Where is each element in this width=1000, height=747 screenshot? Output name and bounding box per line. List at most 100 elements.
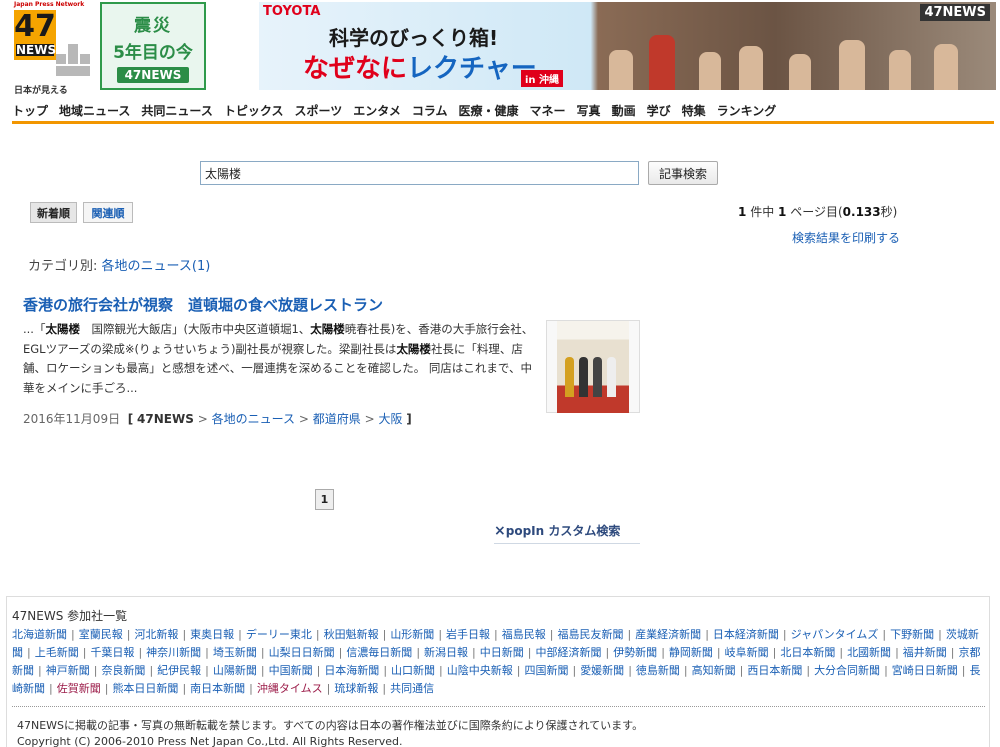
47news-logo[interactable]: Japan Press Network 47 NEWS 日本が見える [12,0,94,96]
search-button[interactable]: 記事検索 [648,161,718,185]
partner-link[interactable]: 山口新聞 [391,664,435,677]
partner-link[interactable]: 大分合同新聞 [814,664,880,677]
partner-link[interactable]: 新潟日報 [424,646,468,659]
nav-topics[interactable]: トピックス [224,103,284,121]
breadcrumb-prefecture[interactable]: 都道府県 [313,412,361,426]
category-link[interactable]: 各地のニュース(1) [102,259,211,274]
partner-separator: | [605,646,610,659]
partner-link[interactable]: 秋田魁新報 [324,628,379,641]
result-count: 1 件中 1 ページ目(0.133秒) [738,205,898,219]
partner-link[interactable]: 四国新聞 [524,664,568,677]
popin-custom-search[interactable]: ×popIn カスタム検索 [494,522,640,544]
partner-link[interactable]: 沖縄タイムス [257,682,323,695]
partner-link[interactable]: 静岡新聞 [669,646,713,659]
pagination-page-1[interactable]: 1 [315,489,334,510]
partner-link[interactable]: 神奈川新聞 [146,646,201,659]
partner-separator: | [326,682,331,695]
partner-link[interactable]: 北日本新聞 [780,646,835,659]
partner-link[interactable]: 千葉日報 [90,646,134,659]
partner-link[interactable]: 山形新聞 [390,628,434,641]
print-results-link[interactable]: 検索結果を印刷する [792,229,900,246]
article-title-link[interactable]: 香港の旅行会社が視察 道頓堀の食べ放題レストラン [23,294,383,315]
partner-link[interactable]: 神戸新聞 [46,664,90,677]
partner-link[interactable]: 西日本新聞 [747,664,802,677]
partner-separator: | [716,646,721,659]
sort-newest-button[interactable]: 新着順 [30,202,77,223]
partner-link[interactable]: ジャパンタイムズ [791,628,879,641]
nav-top[interactable]: トップ [12,103,48,121]
partner-separator: | [472,646,476,659]
partner-separator: | [549,628,554,641]
partner-link[interactable]: 岩手日報 [446,628,490,641]
partner-link[interactable]: 愛媛新聞 [580,664,624,677]
partner-link[interactable]: 熊本日日新聞 [112,682,178,695]
partner-link[interactable]: 中国新聞 [269,664,313,677]
nav-feature[interactable]: 特集 [682,103,706,121]
partner-link[interactable]: 日本経済新聞 [713,628,779,641]
nav-regional[interactable]: 地域ニュース [59,103,130,121]
partner-link[interactable]: 中部経済新聞 [535,646,601,659]
partner-link[interactable]: 伊勢新聞 [613,646,657,659]
partner-link[interactable]: 琉球新報 [334,682,378,695]
partner-link[interactable]: 室蘭民報 [79,628,123,641]
breadcrumb-regional[interactable]: 各地のニュース [212,412,295,426]
partner-link[interactable]: 埼玉新聞 [213,646,257,659]
partner-link[interactable]: 宮崎日日新聞 [892,664,958,677]
breadcrumb-osaka[interactable]: 大阪 [378,412,402,426]
search-input[interactable] [200,161,639,185]
partner-link[interactable]: 高知新聞 [692,664,736,677]
sort-related-button[interactable]: 関連順 [83,202,133,223]
nav-column[interactable]: コラム [412,103,448,121]
partner-link[interactable]: 岐阜新聞 [725,646,769,659]
partner-link[interactable]: 中日新聞 [480,646,524,659]
partner-link[interactable]: 南日本新聞 [190,682,245,695]
partner-link[interactable]: 日本海新聞 [324,664,379,677]
partner-link[interactable]: 山梨日日新聞 [269,646,335,659]
partner-link[interactable]: デーリー東北 [246,628,312,641]
toyota-ad-banner[interactable]: TOYOTA 科学のびっくり箱! なぜなにレクチャー in 沖縄 47NEWS [259,2,996,90]
nav-kyodo[interactable]: 共同ニュース [141,103,212,121]
partner-link[interactable]: 共同通信 [390,682,434,695]
nav-entertainment[interactable]: エンタメ [353,103,401,121]
partner-separator: | [82,646,87,659]
nav-health[interactable]: 医療・健康 [459,103,519,121]
copyright-line: Copyright (C) 2006-2010 Press Net Japan … [17,735,403,747]
partner-separator: | [627,628,632,641]
partner-separator: | [149,664,154,677]
partner-link[interactable]: 徳島新聞 [636,664,680,677]
partner-separator: | [895,646,899,659]
partner-link[interactable]: 北國新聞 [847,646,891,659]
partner-link[interactable]: 福島民友新聞 [557,628,623,641]
partner-link[interactable]: 上毛新聞 [35,646,79,659]
category-label: カテゴリ別: [28,259,98,274]
nav-photo[interactable]: 写真 [577,103,601,121]
partner-separator: | [527,646,532,659]
partner-link[interactable]: 福井新聞 [903,646,947,659]
nav-video[interactable]: 動画 [612,103,636,121]
partner-separator: | [839,646,844,659]
article-thumbnail[interactable] [546,320,640,413]
nav-learn[interactable]: 学び [647,103,671,121]
category-filter: カテゴリ別: 各地のニュース(1) [28,255,210,274]
partner-link[interactable]: 信濃毎日新聞 [346,646,412,659]
nav-money[interactable]: マネー [530,103,566,121]
partner-link[interactable]: 福島民報 [502,628,546,641]
partner-link[interactable]: 山陽新聞 [213,664,257,677]
partner-link[interactable]: 北海道新聞 [12,628,67,641]
partner-link[interactable]: 佐賀新聞 [57,682,101,695]
partner-link[interactable]: 河北新報 [134,628,178,641]
partner-link[interactable]: 山陰中央新報 [447,664,513,677]
nav-sports[interactable]: スポーツ [294,103,342,121]
banner-line2: なぜなにレクチャー [303,48,537,85]
partner-link[interactable]: 紀伊民報 [157,664,201,677]
partner-separator: | [572,664,577,677]
partner-link[interactable]: 下野新聞 [890,628,934,641]
partner-link[interactable]: 東奥日報 [190,628,234,641]
nav-ranking[interactable]: ランキング [717,103,777,121]
partner-separator: | [439,664,443,677]
partner-link[interactable]: 奈良新聞 [101,664,145,677]
breadcrumb-47news[interactable]: 47NEWS [137,412,194,426]
shinsai-banner[interactable]: 震災 5年目の今 47NEWS [100,2,206,90]
partner-separator: | [71,628,75,641]
partner-link[interactable]: 産業経済新聞 [635,628,701,641]
